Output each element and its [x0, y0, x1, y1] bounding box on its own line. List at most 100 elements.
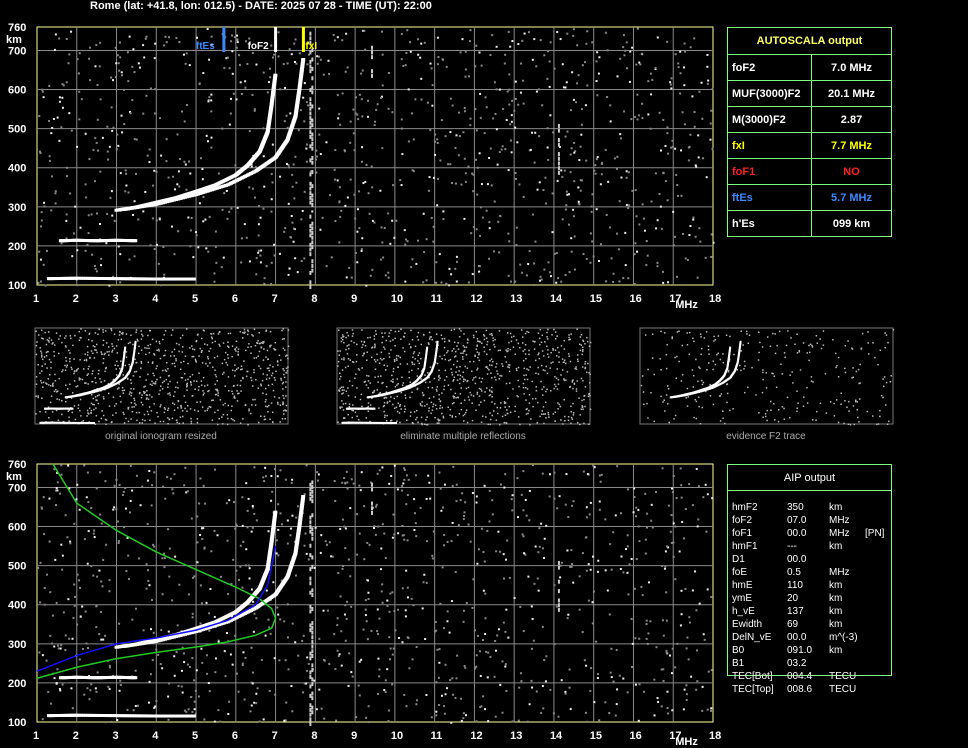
thumb-noise — [193, 409, 196, 411]
thumb-noise — [564, 362, 567, 365]
main-chart-noise-dot — [228, 210, 231, 213]
thumb-noise — [95, 399, 97, 401]
main-chart-noise-dot — [273, 254, 276, 257]
aip-chart-noise-dot — [289, 534, 292, 537]
aip-chart-noise-dot — [355, 716, 358, 719]
main-chart-noise-dot — [572, 98, 575, 101]
aip-chart-noise-dot — [203, 547, 206, 550]
main-chart-noise-dot — [381, 30, 384, 33]
aip-chart-noise-dot — [363, 505, 366, 508]
aip-chart-noise-dot — [440, 509, 443, 512]
thumb-noise — [96, 351, 98, 354]
main-chart-streak — [309, 224, 312, 229]
main-chart-noise-dot — [110, 106, 113, 109]
main-chart-noise-dot — [354, 96, 357, 99]
aip-chart-noise-dot — [595, 640, 598, 643]
aip-chart-noise-dot — [559, 576, 562, 579]
thumb-noise — [133, 399, 136, 402]
main-chart-noise-dot — [61, 106, 64, 109]
thumb-noise — [459, 365, 461, 368]
main-chart-noise-dot — [61, 96, 64, 99]
thumb-noise — [212, 399, 214, 401]
thumb-noise — [231, 393, 234, 395]
main-chart-noise-dot — [615, 167, 618, 170]
main-chart-noise-dot — [553, 67, 556, 70]
main-chart-noise-dot — [297, 129, 300, 132]
main-chart-noise-dot — [165, 41, 168, 44]
main-chart-noise-dot — [521, 271, 524, 274]
main-chart-noise-dot — [303, 257, 306, 260]
aip-chart-noise-dot — [113, 506, 116, 509]
thumb-noise — [264, 401, 267, 403]
aip-chart-streak — [557, 565, 560, 570]
aip-chart-noise-dot — [118, 483, 121, 486]
aip-chart-streak — [371, 510, 374, 515]
main-chart-streak — [311, 184, 314, 189]
main-chart-noise-dot — [162, 245, 165, 248]
thumb-noise — [269, 418, 271, 421]
thumb-noise — [588, 345, 591, 347]
main-chart-noise-dot — [65, 166, 68, 169]
main-chart-noise-dot — [436, 138, 439, 141]
aip-chart-streak — [311, 710, 314, 715]
aip-chart-noise-dot — [98, 633, 101, 636]
main-chart-noise-dot — [636, 250, 639, 253]
thumb-noise — [140, 401, 143, 404]
aip-chart-streak — [557, 598, 560, 603]
main-chart-noise-dot — [479, 92, 482, 95]
main-chart-noise-dot — [655, 227, 658, 230]
thumb-noise — [184, 379, 187, 381]
main-chart-noise-dot — [557, 277, 560, 280]
thumb-noise — [247, 330, 250, 332]
thumb-noise — [102, 339, 105, 342]
thumb-noise — [214, 369, 216, 371]
thumb-noise — [453, 363, 455, 366]
thumb-noise — [87, 383, 89, 385]
main-chart-noise-dot — [633, 253, 636, 256]
thumb-noise — [435, 333, 438, 335]
aip-chart-noise-dot — [47, 690, 50, 693]
aip-chart-streak — [309, 496, 312, 501]
thumb-noise — [465, 387, 468, 390]
main-chart-noise-dot — [350, 276, 353, 279]
main-chart-noise-dot — [430, 67, 433, 70]
main-chart-noise-dot — [436, 177, 439, 180]
main-chart-noise-dot — [201, 178, 204, 181]
aip-chart-noise-dot — [346, 487, 349, 490]
aip-chart-noise-dot — [334, 499, 337, 502]
thumb-noise — [214, 393, 217, 396]
thumb-noise — [198, 385, 200, 388]
main-chart-noise-dot — [259, 254, 262, 257]
thumb-noise — [148, 406, 151, 408]
main-chart-noise-dot — [282, 63, 285, 66]
aip-chart-noise-dot — [393, 610, 396, 613]
thumb-noise — [140, 338, 143, 340]
aip-chart-noise-dot — [84, 610, 87, 613]
aip-chart-noise-dot — [431, 557, 434, 560]
aip-chart-noise-dot — [505, 689, 508, 692]
aip-chart-noise-dot — [675, 497, 678, 500]
aip-chart-noise-dot — [275, 552, 278, 555]
thumb-noise — [167, 407, 170, 410]
thumb-noise — [164, 330, 167, 332]
aip-chart-noise-dot — [482, 551, 485, 554]
thumb-noise — [287, 357, 289, 360]
aip-chart-noise-dot — [702, 496, 705, 499]
aip-chart-noise-dot — [425, 540, 428, 543]
thumb-noise — [416, 416, 418, 419]
main-chart-noise-dot — [230, 207, 233, 210]
thumb-noise — [195, 360, 197, 362]
thumb-noise — [136, 419, 138, 422]
aip-chart-noise-dot — [87, 530, 90, 533]
thumb-noise — [248, 408, 250, 410]
aip-chart-noise-dot — [291, 514, 294, 517]
main-chart-noise-dot — [538, 181, 541, 184]
aip-chart-noise-dot — [439, 602, 442, 605]
thumb-noise — [156, 378, 158, 381]
thumb-noise — [108, 350, 110, 353]
thumb-noise — [101, 410, 103, 412]
thumb-noise — [222, 342, 225, 344]
aip-chart-noise-dot — [122, 490, 125, 493]
main-chart-noise-dot — [628, 80, 631, 83]
main-chart-noise-dot — [260, 249, 263, 252]
